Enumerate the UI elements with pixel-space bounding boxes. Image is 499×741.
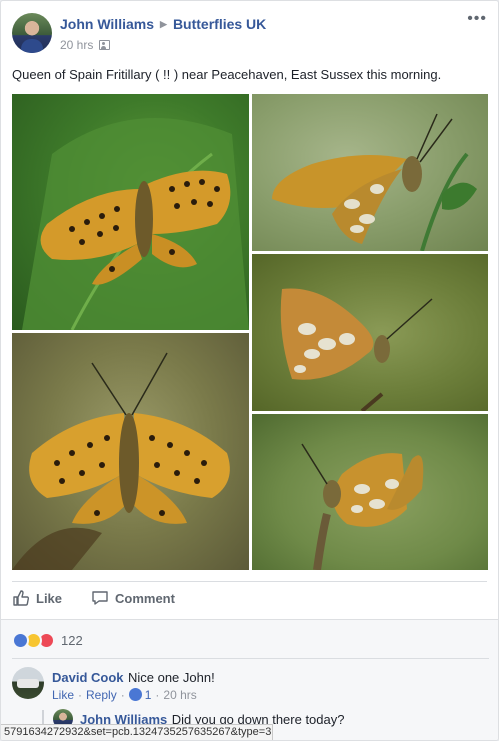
divider bbox=[12, 581, 487, 582]
share-arrow-icon: ▶ bbox=[160, 19, 167, 29]
comment-body: David Cook Nice one John! bbox=[52, 669, 215, 687]
comment-reply-link[interactable]: Reply bbox=[86, 688, 117, 702]
author-line: John Williams ▶ Butterflies UK bbox=[60, 16, 266, 32]
browser-status-url: 5791634272932&set=pcb.1324735257635267&t… bbox=[1, 724, 273, 740]
post-time[interactable]: 20 hrs bbox=[60, 38, 93, 52]
comment-text: Nice one John! bbox=[127, 670, 215, 685]
author-name[interactable]: John Williams bbox=[60, 16, 154, 32]
like-reaction-icon bbox=[128, 688, 142, 701]
post-text: Queen of Spain Fritillary ( !! ) near Pe… bbox=[12, 67, 442, 82]
reactions-summary[interactable]: 122 bbox=[12, 631, 83, 649]
butterfly-photo-1 bbox=[22, 118, 249, 330]
post-meta: 20 hrs bbox=[60, 38, 111, 52]
comment-label: Comment bbox=[115, 590, 175, 606]
like-label: Like bbox=[36, 590, 63, 606]
comment-icon bbox=[92, 591, 108, 605]
post-card: John Williams ▶ Butterflies UK 20 hrs ••• … bbox=[0, 0, 499, 741]
divider bbox=[12, 658, 489, 659]
more-options-icon[interactable]: ••• bbox=[467, 11, 487, 27]
butterfly-photo-3 bbox=[280, 288, 433, 411]
audience-icon[interactable] bbox=[99, 40, 111, 50]
thumbs-up-icon bbox=[13, 590, 30, 606]
butterfly-photo-4 bbox=[12, 352, 230, 570]
comment-time[interactable]: 20 hrs bbox=[163, 688, 196, 702]
photo-1[interactable] bbox=[12, 94, 249, 330]
comment-author[interactable]: David Cook bbox=[52, 670, 124, 685]
comment-button[interactable]: Comment bbox=[91, 589, 175, 607]
butterfly-photo-5 bbox=[301, 443, 424, 570]
comment-like-count[interactable]: 1 bbox=[145, 688, 152, 702]
reaction-count: 122 bbox=[61, 632, 83, 648]
comment-like-link[interactable]: Like bbox=[52, 688, 74, 702]
photo-5[interactable] bbox=[252, 414, 488, 570]
comment-meta: Like · Reply · 1 · 20 hrs bbox=[52, 688, 197, 702]
photo-4[interactable] bbox=[12, 333, 249, 570]
like-reaction-icon bbox=[12, 631, 29, 649]
butterfly-photo-2 bbox=[272, 113, 477, 251]
photo-2[interactable] bbox=[252, 94, 488, 251]
group-name[interactable]: Butterflies UK bbox=[173, 16, 266, 32]
photo-grid bbox=[12, 94, 488, 570]
photo-3[interactable] bbox=[252, 254, 488, 411]
like-button[interactable]: Like bbox=[12, 589, 62, 607]
post-header: John Williams ▶ Butterflies UK 20 hrs ••• bbox=[12, 11, 487, 55]
commenter-avatar[interactable] bbox=[12, 667, 44, 699]
author-avatar[interactable] bbox=[12, 13, 52, 53]
